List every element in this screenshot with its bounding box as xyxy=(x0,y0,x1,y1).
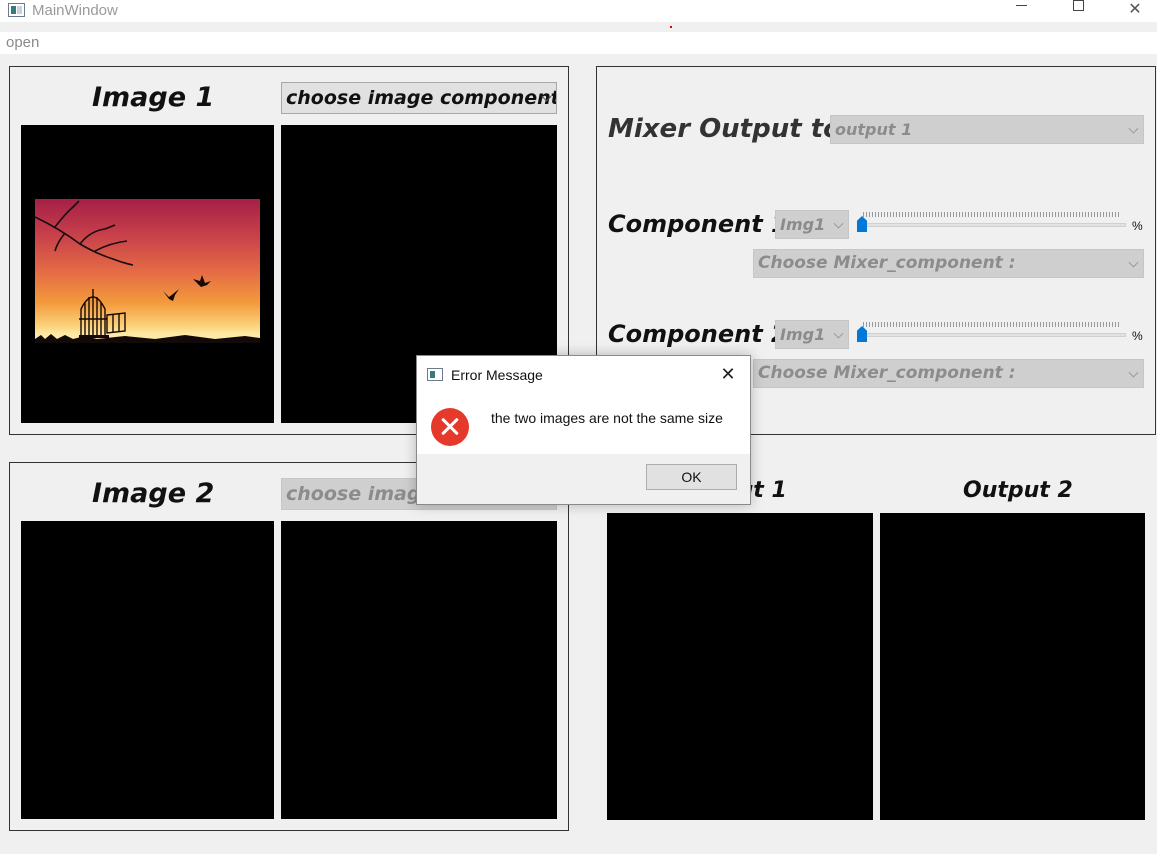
image1-component-combo[interactable]: choose image component: xyxy=(281,82,557,114)
app-icon xyxy=(427,368,443,381)
minimize-icon xyxy=(1015,5,1027,7)
component1-image-value: Img1 xyxy=(780,215,826,234)
component2-mix-combo[interactable]: Choose Mixer_component : xyxy=(753,359,1144,388)
dialog-title-bar: Error Message ✕ xyxy=(417,356,750,394)
menu-bar: open xyxy=(0,32,1157,54)
image1-component-combo-label: choose image component: xyxy=(286,87,557,109)
mixer-output-value: output 1 xyxy=(835,120,913,139)
minimize-button[interactable] xyxy=(998,0,1044,22)
chevron-down-icon xyxy=(1128,123,1139,134)
error-dialog: Error Message ✕ the two images are not t… xyxy=(416,355,751,505)
output2-title: Output 2 xyxy=(963,478,1073,503)
component2-percent: % xyxy=(1132,329,1143,343)
component1-mix-combo-label: Choose Mixer_component : xyxy=(758,253,1016,273)
stray-dot xyxy=(670,26,672,28)
app-icon xyxy=(8,3,25,17)
chevron-down-icon xyxy=(1128,367,1139,378)
title-bar: MainWindow ✕ xyxy=(0,0,1157,22)
slider-ticks xyxy=(863,212,1120,217)
component1-image-combo[interactable]: Img1 xyxy=(775,210,849,239)
component2-mix-combo-label: Choose Mixer_component : xyxy=(758,363,1016,383)
dialog-close-button[interactable]: ✕ xyxy=(718,364,738,385)
component1-mix-combo[interactable]: Choose Mixer_component : xyxy=(753,249,1144,278)
close-icon: ✕ xyxy=(1128,1,1142,18)
component1-percent: % xyxy=(1132,219,1143,233)
mixer-output-label: Mixer Output to : xyxy=(608,114,861,144)
dialog-title: Error Message xyxy=(451,367,543,383)
error-icon xyxy=(431,408,469,446)
dialog-body: the two images are not the same size xyxy=(417,394,750,454)
slider-handle[interactable] xyxy=(857,216,867,232)
image2-viewer[interactable] xyxy=(21,521,274,819)
chevron-down-icon xyxy=(833,218,844,229)
slider-handle[interactable] xyxy=(857,326,867,342)
component1-slider[interactable] xyxy=(857,212,1126,232)
image2-component-viewer[interactable] xyxy=(281,521,557,819)
menu-open[interactable]: open xyxy=(6,34,39,51)
component2-slider[interactable] xyxy=(857,322,1126,342)
close-button[interactable]: ✕ xyxy=(1112,0,1157,22)
ok-button[interactable]: OK xyxy=(646,464,737,490)
output1-viewer[interactable] xyxy=(607,513,873,820)
maximize-button[interactable] xyxy=(1055,0,1101,22)
slider-groove xyxy=(857,333,1126,337)
output2-viewer[interactable] xyxy=(880,513,1145,820)
window-title: MainWindow xyxy=(32,2,118,19)
image1-picture xyxy=(35,199,260,343)
component2-image-value: Img1 xyxy=(780,325,826,344)
maximize-icon xyxy=(1072,0,1084,12)
silhouette-art xyxy=(35,200,260,343)
chevron-down-icon xyxy=(1128,257,1139,268)
image1-title: Image 1 xyxy=(92,82,215,113)
mixer-output-combo[interactable]: output 1 xyxy=(830,115,1144,144)
chevron-down-icon xyxy=(833,328,844,339)
component2-image-combo[interactable]: Img1 xyxy=(775,320,849,349)
slider-ticks xyxy=(863,322,1120,327)
dialog-message: the two images are not the same size xyxy=(491,410,723,426)
slider-groove xyxy=(857,223,1126,227)
image2-title: Image 2 xyxy=(92,478,215,509)
